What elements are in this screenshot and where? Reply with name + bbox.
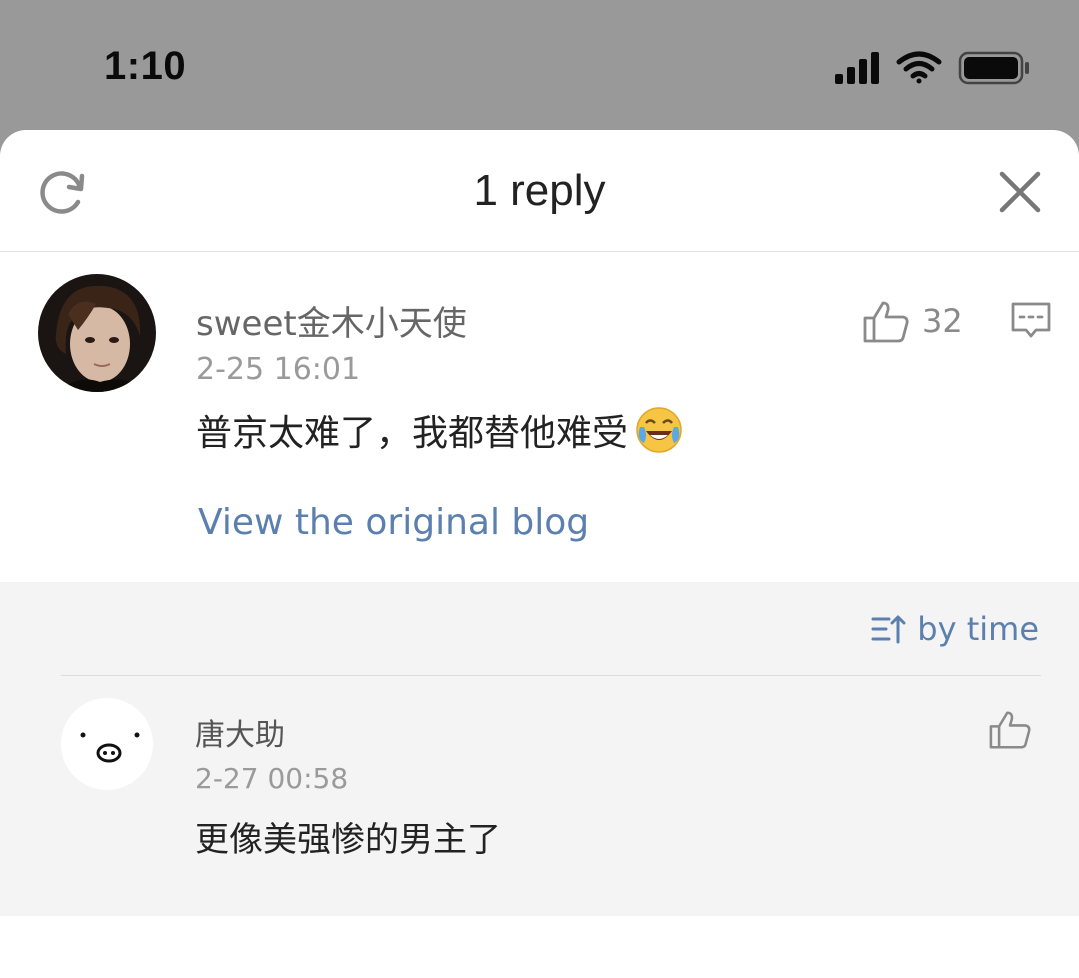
replies-sheet: 1 reply sweet金木小天使 2-25 16:01 普京太难了，我都替他…: [0, 130, 1079, 978]
view-original-blog-link[interactable]: View the original blog: [198, 502, 589, 543]
reply-timestamp: 2-27 00:58: [195, 762, 349, 795]
comment-body: 普京太难了，我都替他难受: [196, 413, 629, 454]
status-time: 1:10: [104, 44, 187, 88]
comment-icon: [1011, 302, 1051, 338]
list-item: 唐大助 2-27 00:58 更像美强惨的男主了: [0, 676, 1079, 916]
reply-text: 更像美强惨的男主了: [195, 820, 501, 860]
close-icon: [999, 171, 1041, 213]
like-count: 32: [922, 302, 963, 340]
close-button[interactable]: [996, 168, 1044, 216]
avatar[interactable]: [61, 698, 153, 790]
timestamp: 2-25 16:01: [196, 352, 361, 387]
sort-by-time-button[interactable]: by time: [871, 610, 1039, 648]
battery-icon: [958, 51, 1029, 85]
laughing-crying-emoji: [636, 407, 682, 453]
thumbs-up-icon: [989, 711, 1031, 749]
wifi-icon: [896, 51, 942, 84]
replies-section: by time 唐大助 2-27 00:58 更像美强惨的男主了: [0, 582, 1079, 916]
cellular-signal-icon: [835, 52, 879, 84]
reply-username[interactable]: 唐大助: [195, 710, 285, 754]
sheet-header: 1 reply: [0, 130, 1079, 252]
avatar[interactable]: [38, 274, 156, 392]
status-icons: [835, 50, 1031, 86]
comment-text: 普京太难了，我都替他难受: [196, 404, 684, 456]
sort-icon: [871, 615, 906, 644]
username[interactable]: sweet金木小天使: [196, 296, 467, 345]
status-bar: 1:10: [0, 0, 1079, 130]
sheet-title: 1 reply: [473, 166, 606, 215]
reply-button[interactable]: [1010, 300, 1052, 342]
thumbs-up-icon: [863, 301, 909, 343]
main-comment: sweet金木小天使 2-25 16:01 普京太难了，我都替他难受 View …: [0, 252, 1079, 582]
like-button[interactable]: [862, 300, 910, 344]
reply-like-button[interactable]: [988, 710, 1032, 750]
sort-label: by time: [917, 610, 1039, 648]
